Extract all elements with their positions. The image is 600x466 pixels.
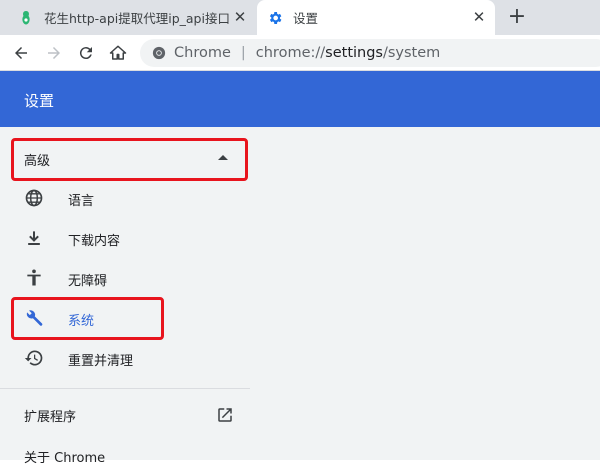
download-icon bbox=[28, 231, 40, 245]
highlight-box-advanced bbox=[11, 138, 248, 181]
address-bar[interactable]: Chrome | chrome://settings/system bbox=[140, 39, 600, 67]
reload-button[interactable] bbox=[74, 41, 98, 65]
sidebar-item-label: 扩展程序 bbox=[24, 410, 77, 425]
restore-icon bbox=[24, 350, 43, 366]
chrome-logo-icon bbox=[152, 46, 166, 60]
new-tab-button[interactable]: + bbox=[505, 5, 529, 29]
sidebar-item-reset[interactable]: 重置并清理 bbox=[0, 338, 250, 378]
sidebar-divider bbox=[0, 388, 250, 389]
peanut-favicon-icon bbox=[22, 10, 30, 24]
back-button[interactable] bbox=[9, 41, 33, 65]
site-chip: Chrome bbox=[152, 45, 231, 61]
sidebar-item-language[interactable]: 语言 bbox=[0, 178, 250, 218]
sidebar-item-extensions[interactable]: 扩展程序 bbox=[24, 406, 236, 426]
accessibility-icon bbox=[27, 269, 41, 286]
reload-icon bbox=[79, 47, 92, 60]
home-button[interactable] bbox=[106, 41, 130, 65]
home-icon bbox=[109, 45, 127, 60]
sidebar-item-label: 无障碍 bbox=[68, 274, 108, 289]
highlight-box-system bbox=[11, 297, 164, 340]
close-tab-icon[interactable]: ✕ bbox=[232, 9, 248, 25]
tab-strip: 花生http-api提取代理ip_api接口 ✕ 设置 ✕ + bbox=[0, 0, 600, 35]
forward-button[interactable] bbox=[42, 41, 66, 65]
sidebar-item-about[interactable]: 关于 Chrome bbox=[24, 447, 105, 466]
settings-header: 设置 bbox=[0, 71, 600, 127]
sidebar-item-label: 重置并清理 bbox=[68, 354, 134, 369]
url-text: chrome://settings/system bbox=[255, 45, 441, 61]
forward-arrow-icon bbox=[48, 47, 60, 59]
globe-icon bbox=[25, 189, 43, 207]
tab-title: 花生http-api提取代理ip_api接口 bbox=[44, 11, 230, 26]
site-chip-label: Chrome bbox=[174, 45, 231, 61]
tab-settings[interactable]: 设置 ✕ bbox=[257, 0, 495, 35]
sidebar-item-label: 下载内容 bbox=[68, 234, 121, 249]
close-tab-icon[interactable]: ✕ bbox=[471, 9, 487, 25]
back-arrow-icon bbox=[15, 47, 27, 59]
gear-icon bbox=[269, 11, 282, 24]
tab-title: 设置 bbox=[293, 11, 319, 26]
page-title: 设置 bbox=[24, 92, 55, 110]
sidebar-item-downloads[interactable]: 下载内容 bbox=[0, 218, 250, 258]
sidebar-item-accessibility[interactable]: 无障碍 bbox=[0, 258, 250, 298]
omnibox-separator: | bbox=[240, 45, 246, 61]
sidebar-item-label: 关于 Chrome bbox=[24, 451, 106, 466]
tab-peanut-proxy[interactable]: 花生http-api提取代理ip_api接口 ✕ bbox=[0, 0, 256, 35]
open-in-new-icon bbox=[218, 408, 232, 422]
sidebar-item-label: 语言 bbox=[68, 194, 95, 209]
browser-toolbar: Chrome | chrome://settings/system bbox=[0, 35, 600, 71]
